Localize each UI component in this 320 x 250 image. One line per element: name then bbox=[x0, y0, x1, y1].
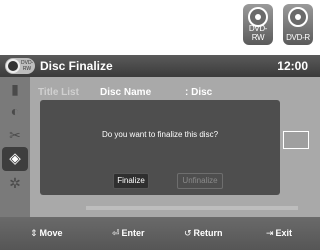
disc-settings-icon[interactable]: ◈ bbox=[2, 147, 28, 171]
return-icon: ↺ bbox=[184, 228, 192, 238]
dvd-rw-disc-icon: DVD-RW bbox=[5, 58, 35, 74]
enter-label: Enter bbox=[121, 228, 145, 238]
dvd-r-badge: DVD-R bbox=[283, 4, 313, 45]
page-title: Disc Finalize bbox=[40, 59, 113, 73]
enter-hint: ⏎ Enter bbox=[112, 228, 145, 239]
move-label: Move bbox=[39, 228, 63, 238]
help-bar: ⇕ Move ⏎ Enter ↺ Return ⇥ Exit bbox=[0, 217, 320, 250]
dvd-rw-label: DVD-RW bbox=[248, 24, 268, 42]
disc-name-value: : Disc bbox=[185, 87, 213, 98]
exit-label: Exit bbox=[275, 228, 293, 238]
background-divider bbox=[86, 206, 298, 210]
dvd-r-label: DVD-R bbox=[286, 33, 310, 42]
move-hint: ⇕ Move bbox=[30, 228, 63, 239]
exit-icon: ⇥ bbox=[266, 228, 274, 238]
disc-add-icon[interactable]: ◐ bbox=[7, 103, 23, 119]
background-field bbox=[283, 131, 309, 149]
scissors-icon[interactable]: ✂ bbox=[7, 127, 23, 143]
disc-type-label: DVD-RW bbox=[21, 60, 34, 72]
exit-hint: ⇥ Exit bbox=[266, 228, 292, 239]
dvd-rw-badge: DVD-RW bbox=[243, 4, 273, 45]
disc-icon bbox=[288, 7, 308, 27]
unfinalize-button[interactable]: Unfinalize bbox=[177, 173, 223, 189]
film-icon[interactable]: ▮ bbox=[7, 81, 23, 97]
move-icon: ⇕ bbox=[30, 228, 38, 238]
finalize-button[interactable]: Finalize bbox=[113, 173, 149, 189]
disc-name-label: Disc Name bbox=[100, 87, 152, 98]
title-list-label: Title List bbox=[38, 87, 79, 98]
tv-screen: DVD-RW Disc Finalize 12:00 ▮ ◐ ✂ ◈ ✲ Tit… bbox=[0, 55, 320, 250]
return-label: Return bbox=[193, 228, 223, 238]
return-hint: ↺ Return bbox=[184, 228, 223, 239]
disc-icon bbox=[6, 59, 20, 73]
gear-icon[interactable]: ✲ bbox=[7, 175, 23, 191]
side-menu: ▮ ◐ ✂ ◈ ✲ bbox=[0, 77, 30, 217]
dialog-message: Do you want to finalize this disc? bbox=[101, 130, 219, 139]
enter-icon: ⏎ bbox=[112, 228, 120, 238]
clock: 12:00 bbox=[277, 59, 308, 73]
title-bar: DVD-RW Disc Finalize 12:00 bbox=[0, 55, 320, 77]
finalize-dialog: Do you want to finalize this disc? Final… bbox=[40, 100, 280, 195]
